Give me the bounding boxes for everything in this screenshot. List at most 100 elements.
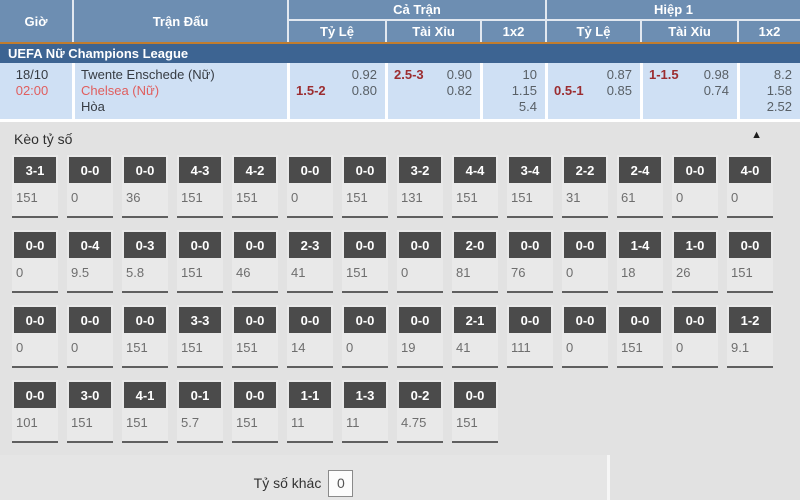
score-odds-cell[interactable]: 0-0151: [177, 230, 223, 293]
half-handicap-line: 0.5-1: [554, 83, 584, 99]
full-1x2-home[interactable]: 10: [523, 67, 537, 83]
score-odds-cell[interactable]: 3-0151: [67, 380, 113, 443]
score-odds-cell[interactable]: 2-461: [617, 155, 663, 218]
score-odds-cell[interactable]: 0-0151: [122, 305, 168, 368]
full-1x2-draw[interactable]: 5.4: [519, 99, 537, 115]
score-odds-cell[interactable]: 0-00: [67, 155, 113, 218]
score-odds-cell[interactable]: 3-4151: [507, 155, 553, 218]
score-row: 0-01013-01514-11510-15.70-01511-1111-311…: [0, 380, 800, 443]
score-odds-cell[interactable]: 2-341: [287, 230, 333, 293]
col-header-half-handicap: Tỷ Lệ: [545, 21, 640, 42]
score-odds-cell[interactable]: 0-0101: [12, 380, 58, 443]
score-odds-value: 0: [727, 183, 773, 216]
betting-page: Giờ Trận Đấu Cả Trận Hiệp 1 Tỷ Lệ Tài Xỉ…: [0, 0, 800, 500]
half-1x2-home[interactable]: 8.2: [774, 67, 792, 83]
score-chip: 3-4: [509, 157, 551, 183]
full-handicap-away-odds[interactable]: 0.80: [352, 83, 377, 99]
score-chip: 1-0: [674, 232, 716, 258]
score-odds-cell[interactable]: 0-046: [232, 230, 278, 293]
score-odds-cell[interactable]: 1-29.1: [727, 305, 773, 368]
score-odds-cell[interactable]: 0-019: [397, 305, 443, 368]
score-odds-cell[interactable]: 0-00: [12, 305, 58, 368]
score-odds-value: 0: [12, 333, 58, 366]
score-chip: 4-1: [124, 382, 166, 408]
score-chip: 0-0: [289, 307, 331, 333]
score-odds-cell[interactable]: 1-111: [287, 380, 333, 443]
score-odds-value: 0: [672, 333, 718, 366]
score-odds-cell[interactable]: 0-00: [12, 230, 58, 293]
full-handicap-line: 1.5-2: [296, 83, 326, 99]
collapse-icon[interactable]: ▲: [751, 129, 762, 141]
score-odds-cell[interactable]: 4-2151: [232, 155, 278, 218]
score-odds-cell[interactable]: 0-00: [67, 305, 113, 368]
score-odds-cell[interactable]: 0-24.75: [397, 380, 443, 443]
score-odds-cell[interactable]: 0-0151: [342, 155, 388, 218]
score-odds-value: 0: [397, 258, 443, 291]
score-odds-cell[interactable]: 0-00: [562, 305, 608, 368]
score-odds-cell[interactable]: 1-311: [342, 380, 388, 443]
score-odds-value: 61: [617, 183, 663, 216]
draw-label: Hòa: [81, 99, 279, 115]
score-odds-cell[interactable]: 0-014: [287, 305, 333, 368]
score-odds-cell[interactable]: 1-026: [672, 230, 718, 293]
other-score-label: Tỷ số khác: [254, 475, 322, 491]
score-odds-value: 9.5: [67, 258, 113, 291]
score-chip: 2-1: [454, 307, 496, 333]
score-odds-cell[interactable]: 0-00: [397, 230, 443, 293]
away-team-name[interactable]: Chelsea (Nữ): [81, 83, 279, 99]
full-over-odds[interactable]: 0.90: [447, 67, 472, 83]
half-under-odds[interactable]: 0.74: [704, 83, 729, 99]
league-header[interactable]: UEFA Nữ Champions League: [0, 44, 800, 63]
other-score-section: Tỷ số khác 0: [0, 455, 610, 500]
score-odds-cell[interactable]: 4-3151: [177, 155, 223, 218]
score-odds-cell[interactable]: 0-00: [672, 305, 718, 368]
score-odds-value: 151: [507, 183, 553, 216]
score-odds-cell[interactable]: 0-00: [342, 305, 388, 368]
half-1x2-draw[interactable]: 2.52: [767, 99, 792, 115]
score-panel-header[interactable]: Kèo tỷ số ▲: [0, 122, 800, 155]
score-odds-cell[interactable]: 0-0151: [452, 380, 498, 443]
score-odds-cell[interactable]: 0-0151: [232, 305, 278, 368]
score-odds-cell[interactable]: 1-418: [617, 230, 663, 293]
score-odds-cell[interactable]: 0-036: [122, 155, 168, 218]
half-handicap-home-odds[interactable]: 0.87: [607, 67, 632, 83]
score-odds-cell[interactable]: 0-0151: [232, 380, 278, 443]
score-odds-cell[interactable]: 2-231: [562, 155, 608, 218]
score-odds-cell[interactable]: 3-1151: [12, 155, 58, 218]
score-odds-cell[interactable]: 3-3151: [177, 305, 223, 368]
full-handicap-home-odds[interactable]: 0.92: [352, 67, 377, 83]
score-odds-cell[interactable]: 4-1151: [122, 380, 168, 443]
score-odds-cell[interactable]: 0-0111: [507, 305, 553, 368]
score-odds-cell[interactable]: 0-35.8: [122, 230, 168, 293]
score-odds-cell[interactable]: 4-4151: [452, 155, 498, 218]
score-odds-value: 26: [672, 258, 718, 291]
score-chip: 0-1: [179, 382, 221, 408]
half-over-odds[interactable]: 0.98: [704, 67, 729, 83]
score-odds-value: 151: [177, 183, 223, 216]
full-under-odds[interactable]: 0.82: [447, 83, 472, 99]
score-odds-cell[interactable]: 0-0151: [727, 230, 773, 293]
score-odds-cell[interactable]: 0-076: [507, 230, 553, 293]
col-header-match: Trận Đấu: [72, 0, 287, 42]
score-odds-cell[interactable]: 0-00: [562, 230, 608, 293]
score-odds-cell[interactable]: 2-141: [452, 305, 498, 368]
score-odds-cell[interactable]: 0-0151: [617, 305, 663, 368]
score-odds-value: 151: [177, 258, 223, 291]
score-odds-cell[interactable]: 3-2131: [397, 155, 443, 218]
score-odds-cell[interactable]: 0-00: [672, 155, 718, 218]
score-odds-value: 151: [12, 183, 58, 216]
score-odds-cell[interactable]: 0-49.5: [67, 230, 113, 293]
half-handicap-away-odds[interactable]: 0.85: [607, 83, 632, 99]
half-1x2-away[interactable]: 1.58: [767, 83, 792, 99]
score-chip: 0-0: [179, 232, 221, 258]
other-score-value-box[interactable]: 0: [328, 470, 353, 497]
score-odds-cell[interactable]: 2-081: [452, 230, 498, 293]
home-team-name[interactable]: Twente Enschede (Nữ): [81, 67, 279, 83]
score-odds-cell[interactable]: 4-00: [727, 155, 773, 218]
score-row: 0-000-49.50-35.80-01510-0462-3410-01510-…: [0, 230, 800, 293]
score-chip: 0-0: [234, 382, 276, 408]
score-odds-cell[interactable]: 0-0151: [342, 230, 388, 293]
score-odds-cell[interactable]: 0-15.7: [177, 380, 223, 443]
score-odds-cell[interactable]: 0-00: [287, 155, 333, 218]
full-1x2-away[interactable]: 1.15: [512, 83, 537, 99]
